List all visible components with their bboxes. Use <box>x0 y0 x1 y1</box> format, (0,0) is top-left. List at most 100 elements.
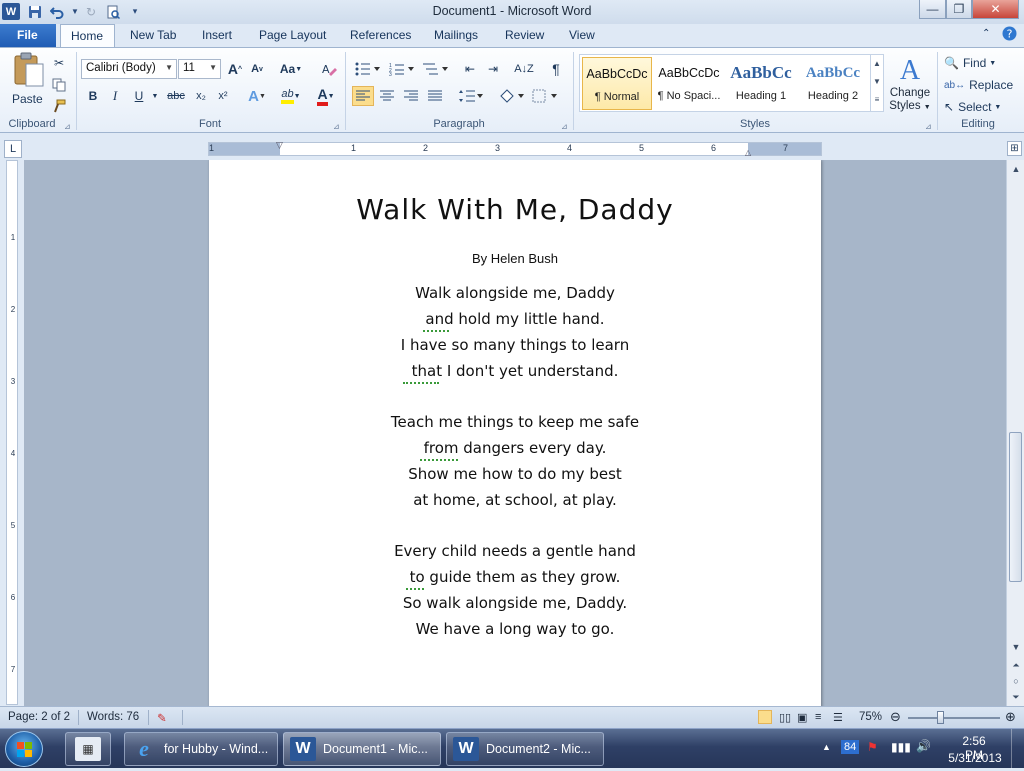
draft-view-icon[interactable]: ☰ <box>833 711 843 724</box>
replace-button[interactable]: ab↔ Replace <box>944 75 1014 95</box>
taskbar-item-for-hubby[interactable]: e for Hubby - Wind... <box>124 732 278 766</box>
show-desktop-button[interactable] <box>1011 729 1024 769</box>
select-button[interactable]: ↖ Select ▼ <box>944 97 1014 117</box>
font-size-combo[interactable]: 11 ▼ <box>178 59 221 79</box>
font-launcher-icon[interactable]: ⊿ <box>333 122 340 131</box>
highlight-button[interactable]: ab ▼ <box>276 86 306 106</box>
show-formatting-marks-button[interactable]: ¶ <box>546 59 566 79</box>
tab-new-tab[interactable]: New Tab <box>120 24 186 47</box>
clipboard-launcher-icon[interactable]: ⊿ <box>64 122 71 131</box>
taskbar-item-document2[interactable]: W Document2 - Mic... <box>446 732 604 766</box>
style-no-spacing[interactable]: AaBbCcDc ¶ No Spaci... <box>654 57 724 110</box>
justify-button[interactable] <box>424 86 446 106</box>
tab-home[interactable]: Home <box>60 24 115 47</box>
scroll-down-icon[interactable]: ▼ <box>1009 640 1023 654</box>
tab-insert[interactable]: Insert <box>192 24 242 47</box>
previous-page-icon[interactable]: ⏶ <box>1009 658 1023 672</box>
cut-icon[interactable]: ✂ <box>50 53 68 73</box>
tab-references[interactable]: References <box>340 24 421 47</box>
underline-button[interactable]: U <box>130 86 148 106</box>
proofing-icon[interactable]: ✎ <box>157 711 167 725</box>
word-count[interactable]: Words: 76 <box>87 711 139 723</box>
tab-file[interactable]: File <box>0 24 56 47</box>
page-count[interactable]: Page: 2 of 2 <box>8 711 70 723</box>
right-indent-marker-icon[interactable]: △ <box>745 148 751 157</box>
tab-review[interactable]: Review <box>495 24 554 47</box>
line-spacing-button[interactable] <box>456 86 486 106</box>
document-page[interactable]: Walk With Me, Daddy By Helen Bush Walk a… <box>209 160 821 706</box>
vertical-scrollbar[interactable]: ▲ ▼ ⏶ ○ ⏷ <box>1006 160 1024 706</box>
help-icon[interactable]: ? <box>998 24 1021 47</box>
subscript-button[interactable]: x₂ <box>191 86 211 106</box>
multilevel-list-button[interactable] <box>421 59 451 79</box>
borders-button[interactable] <box>531 86 559 106</box>
bullets-button[interactable] <box>353 59 383 79</box>
align-left-button[interactable] <box>352 86 374 106</box>
tray-badge[interactable]: 84 <box>841 740 860 754</box>
maximize-button[interactable]: ❐ <box>946 0 972 19</box>
numbering-button[interactable]: 123 <box>387 59 417 79</box>
minimize-ribbon-icon[interactable]: ⌃ <box>978 24 994 47</box>
find-button[interactable]: 🔍 Find ▼ <box>944 53 1004 73</box>
close-button[interactable]: ✕ <box>972 0 1019 19</box>
start-button[interactable] <box>5 731 43 767</box>
underline-dropdown-icon[interactable]: ▼ <box>150 86 160 106</box>
zoom-out-icon[interactable]: ⊖ <box>890 709 901 725</box>
tab-mailings[interactable]: Mailings <box>424 24 488 47</box>
paragraph-launcher-icon[interactable]: ⊿ <box>561 122 568 131</box>
styles-scroll-buttons[interactable]: ▲ ▼ ≡ <box>870 55 883 111</box>
calculator-taskbar-button[interactable]: ▦ <box>65 732 111 766</box>
font-family-combo[interactable]: Calibri (Body) ▼ <box>81 59 177 79</box>
zoom-slider-thumb[interactable] <box>937 711 944 724</box>
taskbar-item-document1[interactable]: W Document1 - Mic... <box>283 732 441 766</box>
zoom-level[interactable]: 75% <box>859 711 882 723</box>
change-styles-button[interactable]: A Change Styles ▼ <box>887 54 933 114</box>
font-color-button[interactable]: A ▼ <box>312 86 340 106</box>
web-layout-icon[interactable]: ▣ <box>797 711 807 724</box>
change-case-button[interactable]: Aa ▼ <box>278 59 304 79</box>
scrollbar-thumb[interactable] <box>1009 432 1022 582</box>
bold-button[interactable]: B <box>84 86 102 106</box>
print-layout-view-icon[interactable] <box>758 710 772 724</box>
shrink-font-button[interactable]: Av <box>247 59 267 79</box>
horizontal-ruler[interactable]: 1 1 2 3 4 5 6 7 ▽ △ <box>208 140 822 157</box>
strikethrough-button[interactable]: abc <box>164 86 188 106</box>
show-hidden-icons-icon[interactable]: ▲ <box>822 742 831 752</box>
superscript-button[interactable]: x² <box>213 86 233 106</box>
clear-formatting-icon[interactable]: A <box>318 59 340 79</box>
minimize-button[interactable]: — <box>919 0 946 19</box>
tab-view[interactable]: View <box>559 24 605 47</box>
grow-font-button[interactable]: A ^ <box>225 59 245 79</box>
align-right-button[interactable] <box>400 86 422 106</box>
style-heading-2[interactable]: AaBbCc Heading 2 <box>798 57 868 110</box>
decrease-indent-icon[interactable]: ⇤ <box>460 59 480 79</box>
shading-button[interactable] <box>498 86 526 106</box>
select-browse-object-icon[interactable]: ○ <box>1009 674 1023 688</box>
action-center-icon[interactable]: ⚑ <box>867 740 878 754</box>
next-page-icon[interactable]: ⏷ <box>1009 690 1023 704</box>
outline-view-icon[interactable]: ≡ <box>815 711 821 723</box>
format-painter-icon[interactable] <box>50 96 68 116</box>
zoom-slider-track[interactable] <box>908 717 1000 719</box>
clock-date[interactable]: 5/31/2013 <box>945 751 1005 765</box>
text-effects-button[interactable]: A ▼ <box>246 86 268 106</box>
zoom-in-icon[interactable]: ⊕ <box>1005 709 1016 725</box>
network-icon[interactable]: ▮▮▮ <box>891 740 911 754</box>
style-heading-1[interactable]: AaBbCc Heading 1 <box>726 57 796 110</box>
volume-icon[interactable]: 🔊 <box>916 739 931 753</box>
align-center-button[interactable] <box>376 86 398 106</box>
copy-icon[interactable] <box>50 75 68 95</box>
tab-selector-button[interactable]: L <box>4 140 22 158</box>
indent-marker-icon[interactable]: ▽ <box>276 140 283 151</box>
style-normal[interactable]: AaBbCcDc ¶ Normal <box>582 57 652 110</box>
paste-button[interactable]: Paste <box>8 52 48 114</box>
scroll-up-icon[interactable]: ▲ <box>1009 162 1023 176</box>
sort-icon[interactable]: A↓Z <box>513 59 535 79</box>
full-screen-reading-icon[interactable]: ▯▯ <box>779 711 791 724</box>
view-ruler-icon[interactable]: ⊞ <box>1007 141 1022 156</box>
increase-indent-icon[interactable]: ⇥ <box>483 59 503 79</box>
tab-page-layout[interactable]: Page Layout <box>249 24 336 47</box>
italic-button[interactable]: I <box>106 86 124 106</box>
vertical-ruler[interactable]: 1 2 3 4 5 6 7 <box>6 160 18 705</box>
styles-launcher-icon[interactable]: ⊿ <box>925 122 932 131</box>
